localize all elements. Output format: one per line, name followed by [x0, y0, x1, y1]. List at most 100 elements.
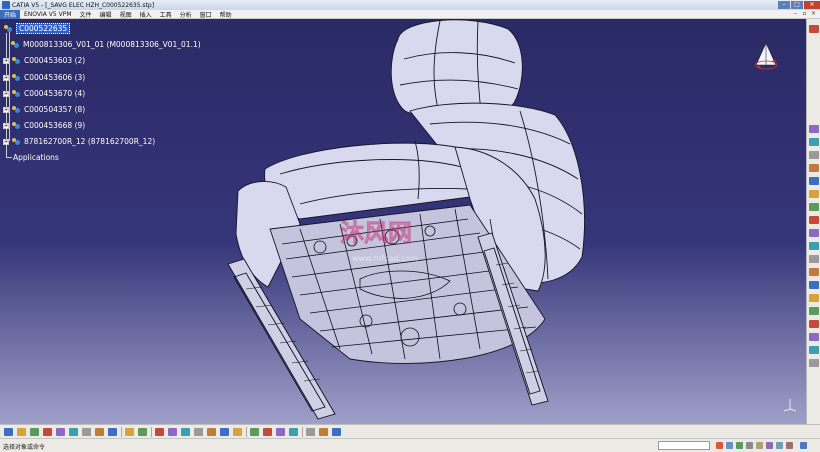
menu-file[interactable]: 文件: [76, 10, 96, 19]
tray-icon[interactable]: [756, 442, 763, 449]
doc-close-button[interactable]: ×: [809, 10, 818, 18]
existing-component-icon[interactable]: [809, 151, 819, 159]
expand-toggle[interactable]: +: [3, 90, 9, 97]
update-icon[interactable]: [332, 428, 341, 436]
formula-icon[interactable]: [138, 428, 147, 436]
new-product-icon[interactable]: [809, 138, 819, 146]
tree-node-label[interactable]: C000504357 (8): [24, 105, 85, 114]
menu-tools[interactable]: 工具: [156, 10, 176, 19]
menu-analyze[interactable]: 分析: [176, 10, 196, 19]
offset-icon[interactable]: [809, 281, 819, 289]
hide-show-icon[interactable]: [263, 428, 272, 436]
ime-icon[interactable]: [716, 442, 723, 449]
menu-insert[interactable]: 插入: [136, 10, 156, 19]
new-icon[interactable]: [4, 428, 13, 436]
tree-node-label[interactable]: C000453603 (2): [24, 56, 85, 65]
menu-enovia[interactable]: ENOVIA V5 VPM: [20, 11, 76, 18]
tree-node-label[interactable]: C000453670 (4): [24, 89, 85, 98]
fix-icon[interactable]: [809, 242, 819, 250]
expand-toggle[interactable]: +: [3, 57, 9, 64]
3d-viewport[interactable]: 沐风网 www.mfcad.com C000522635 M000813306_…: [0, 19, 806, 424]
tree-root-label[interactable]: C000522635: [16, 23, 71, 34]
catalog-icon[interactable]: [306, 428, 315, 436]
coincidence-icon[interactable]: [809, 255, 819, 263]
rotate-icon[interactable]: [181, 428, 190, 436]
keyboard-icon[interactable]: [746, 442, 753, 449]
open-icon[interactable]: [17, 428, 26, 436]
print-icon[interactable]: [43, 428, 52, 436]
shading-icon[interactable]: [250, 428, 259, 436]
doc-minimize-button[interactable]: –: [791, 10, 800, 18]
angle-icon[interactable]: [809, 294, 819, 302]
iso-view-icon[interactable]: [233, 428, 242, 436]
zoom-in-icon[interactable]: [194, 428, 203, 436]
fit-all-icon[interactable]: [155, 428, 164, 436]
zoom-out-icon[interactable]: [207, 428, 216, 436]
new-component-icon[interactable]: [809, 125, 819, 133]
measure-icon[interactable]: [289, 428, 298, 436]
menu-window[interactable]: 窗口: [196, 10, 216, 19]
tree-node[interactable]: + C000453668 (9): [3, 121, 85, 130]
sectioning-icon[interactable]: [809, 320, 819, 328]
tree-applications-label[interactable]: Applications: [13, 153, 59, 162]
lang-icon[interactable]: [726, 442, 733, 449]
tray-icon[interactable]: [776, 442, 783, 449]
manipulate-icon[interactable]: [809, 203, 819, 211]
copy-icon[interactable]: [69, 428, 78, 436]
tree-node-label[interactable]: C000453668 (9): [24, 121, 85, 130]
tray-icon[interactable]: [786, 442, 793, 449]
tree-node[interactable]: + C000453606 (3): [3, 73, 85, 82]
pan-icon[interactable]: [168, 428, 177, 436]
snap-icon[interactable]: [319, 428, 328, 436]
menu-edit[interactable]: 编辑: [96, 10, 116, 19]
maximize-button[interactable]: □: [791, 1, 803, 9]
cut-icon[interactable]: [56, 428, 65, 436]
product-icon: [11, 89, 21, 98]
paste-icon[interactable]: [82, 428, 91, 436]
tree-node[interactable]: + C000453670 (4): [3, 89, 85, 98]
tree-node[interactable]: M000813306_V01_01 (M000813306_V01_01.1): [10, 40, 201, 49]
mic-icon[interactable]: [736, 442, 743, 449]
tree-node-label[interactable]: 878162700R_12 (878162700R_12): [24, 137, 155, 146]
replace-component-icon[interactable]: [809, 164, 819, 172]
tree-node-label[interactable]: C000453606 (3): [24, 73, 85, 82]
tree-node[interactable]: + C000453603 (2): [3, 56, 85, 65]
tree-node-label[interactable]: M000813306_V01_01 (M000813306_V01_01.1): [23, 40, 201, 49]
expand-toggle[interactable]: +: [3, 74, 9, 81]
whats-this-icon[interactable]: [125, 428, 134, 436]
explode-icon[interactable]: [809, 216, 819, 224]
tree-node[interactable]: + C000504357 (8): [3, 105, 85, 114]
menu-start[interactable]: 开始: [0, 9, 21, 19]
normal-view-icon[interactable]: [220, 428, 229, 436]
distance-icon[interactable]: [809, 333, 819, 341]
tree-node[interactable]: + 878162700R_12 (878162700R_12): [3, 137, 155, 146]
tray-icon[interactable]: [800, 442, 807, 449]
annotation-icon[interactable]: [809, 346, 819, 354]
tree-applications[interactable]: Applications: [6, 153, 59, 162]
product-structure-icon[interactable]: [809, 25, 819, 33]
menu-help[interactable]: 帮助: [216, 10, 236, 19]
contact-icon[interactable]: [809, 268, 819, 276]
graph-tree-icon[interactable]: [809, 177, 819, 185]
expand-toggle[interactable]: +: [3, 106, 9, 113]
tree-root[interactable]: C000522635: [3, 23, 71, 34]
scene-icon[interactable]: [809, 359, 819, 367]
expand-toggle[interactable]: +: [3, 138, 9, 145]
tray-icon[interactable]: [766, 442, 773, 449]
close-button[interactable]: ✕: [804, 1, 820, 9]
clash-icon[interactable]: [809, 307, 819, 315]
stop-manipulate-icon[interactable]: [809, 229, 819, 237]
power-input-field[interactable]: [658, 441, 710, 450]
compass-icon[interactable]: [752, 41, 780, 73]
save-icon[interactable]: [30, 428, 39, 436]
expand-toggle[interactable]: +: [3, 122, 9, 129]
menu-view[interactable]: 视图: [116, 10, 136, 19]
swap-space-icon[interactable]: [276, 428, 285, 436]
redo-icon[interactable]: [108, 428, 117, 436]
part-icon: [10, 40, 20, 49]
minimize-button[interactable]: –: [778, 1, 790, 9]
undo-icon[interactable]: [95, 428, 104, 436]
specification-tree[interactable]: C000522635 M000813306_V01_01 (M000813306…: [0, 19, 220, 169]
doc-restore-button[interactable]: ▫: [800, 10, 809, 18]
generate-numbering-icon[interactable]: [809, 190, 819, 198]
